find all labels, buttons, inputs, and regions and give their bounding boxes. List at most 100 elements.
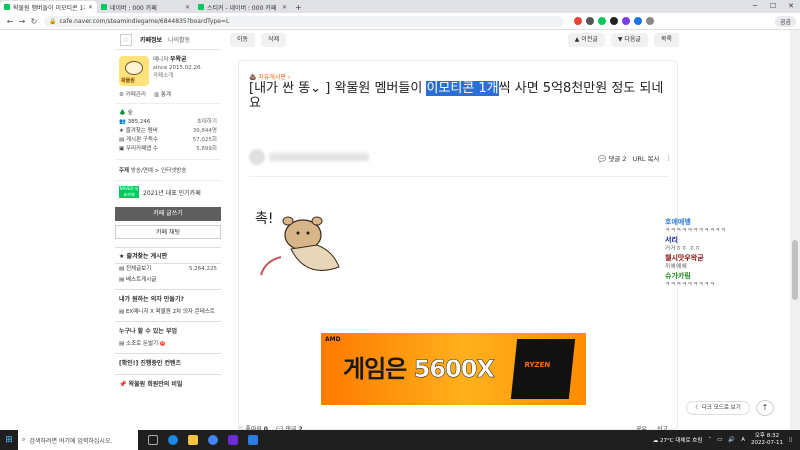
- edge-icon[interactable]: [168, 435, 178, 445]
- url-input[interactable]: 🔒 cafe.naver.com/steamindiegame/6844835?…: [44, 15, 564, 27]
- sidebar-item-all-posts[interactable]: ▤ 전체글보기 5,264,225: [115, 264, 221, 275]
- stat-row: ▤ 게시판 구독수 57,025회: [119, 137, 217, 143]
- cafe-admin-label: 카페관리: [125, 92, 146, 98]
- chat-overlay: 호에에뱅 ㅋㅋㅋㅋㅋㅋㅋㅋㅋㅋㅋ 서리 거거ㅎㅎ ㅎㅎ 챌시맛우왁굳 끼에에에 …: [665, 218, 795, 290]
- hamster-sticker-image: 촉!: [255, 211, 340, 276]
- sidebar-item-best[interactable]: ▤ 베스트게시글: [115, 275, 221, 286]
- title-highlight: 이모티콘 1개: [426, 81, 499, 96]
- scrollbar[interactable]: [790, 30, 800, 430]
- browser-tabbar: 왁물원 멤버들이 이모티콘 1개씩 ✕ 네이버 : 000 카페 ✕ 스티커 -…: [0, 0, 800, 13]
- extension-icon[interactable]: [586, 17, 594, 25]
- weather-icon[interactable]: ☁ 27°C 대체로 흐림: [653, 436, 703, 444]
- minimize-icon[interactable]: ─: [746, 0, 764, 13]
- new-tab-button[interactable]: +: [291, 3, 306, 13]
- browser-tab-active[interactable]: 왁물원 멤버들이 이모티콘 1개씩 ✕: [0, 1, 97, 13]
- system-tray: ☁ 27°C 대체로 흐림 ˄ ▭ 🔊 A 오후 8:32 2022-07-11…: [653, 433, 800, 447]
- level-row: 🌲 숲: [119, 110, 133, 116]
- sidebar-item-sozo[interactable]: ▤ 소조로 돈벌기 N: [115, 339, 221, 350]
- award-text[interactable]: 2021년 대표 인기카페: [143, 188, 201, 197]
- member-count[interactable]: 👥 385,246: [119, 118, 150, 127]
- invite-link[interactable]: 초대하기: [197, 118, 217, 127]
- reload-icon[interactable]: ↻: [28, 17, 40, 26]
- clock[interactable]: 오후 8:32 2022-07-11: [751, 433, 783, 447]
- close-icon[interactable]: ✕: [88, 4, 93, 11]
- article-title: [내가 싼 똥⌄ ] 왁물원 멤버들이 이모티콘 1개씩 사면 5억8천만원 정…: [249, 81, 674, 111]
- divider: [249, 176, 669, 177]
- sidebar-item-chair-contest[interactable]: ▤ EX매니저 X 왁물원 2차 의자 콘테스트: [115, 307, 221, 318]
- new-badge: N: [160, 341, 166, 346]
- amd-ad-banner[interactable]: AMD 게임은 5600X RYZEN: [321, 333, 586, 405]
- close-icon[interactable]: ✕: [282, 4, 287, 11]
- tray-up-icon[interactable]: ˄: [708, 437, 711, 443]
- forward-icon[interactable]: →: [16, 17, 28, 26]
- cafe-sidebar: ☆ 카페정보 나의활동 왁물원 매니저 우왁굳 since 2015.02.26…: [115, 30, 221, 430]
- manager-label: 매니저: [153, 57, 169, 63]
- list-button[interactable]: 목록: [653, 33, 679, 47]
- weather-text: 27°C 대체로 흐림: [660, 438, 703, 444]
- naver-cafe-icon: [4, 4, 10, 10]
- back-icon[interactable]: ←: [4, 17, 16, 26]
- profile-button[interactable]: 곰곰: [774, 15, 796, 27]
- dark-mode-button[interactable]: ☾ 다크 모드로 보기: [686, 401, 750, 415]
- cafe-admin-link[interactable]: ⚙ 카페관리: [119, 90, 146, 98]
- topic-value[interactable]: 방송/연예 > 인터넷방송: [131, 168, 187, 174]
- tab-cafe-info[interactable]: 카페정보: [140, 35, 162, 44]
- url-copy-button[interactable]: URL 복사: [633, 153, 660, 163]
- scrollbar-thumb[interactable]: [792, 240, 798, 300]
- delete-button[interactable]: 삭제: [261, 33, 287, 47]
- network-icon[interactable]: ▭: [717, 437, 722, 443]
- chat-message: 끼에에에: [665, 264, 688, 270]
- cafe-profile: 왁물원 매니저 우왁굳 since 2015.02.26. 카페소개: [115, 50, 221, 90]
- star-icon[interactable]: ☆: [120, 33, 132, 46]
- cafe-chat-button[interactable]: 카페 채팅: [115, 225, 221, 239]
- browser-tab[interactable]: 네이버 : 000 카페 ✕: [97, 1, 194, 13]
- task-view-icon[interactable]: [148, 435, 158, 445]
- maximize-icon[interactable]: ☐: [764, 0, 782, 13]
- naver-cafe-icon: [101, 4, 107, 10]
- chrome-icon[interactable]: [208, 435, 218, 445]
- puzzle-icon[interactable]: [646, 17, 654, 25]
- cafe-intro-link[interactable]: 카페소개: [153, 72, 202, 80]
- next-post-label: 다음글: [624, 36, 641, 43]
- address-bar: ← → ↻ 🔒 cafe.naver.com/steamindiegame/68…: [0, 13, 800, 30]
- more-icon[interactable]: ⋮: [666, 154, 673, 162]
- visual-studio-icon[interactable]: [228, 435, 238, 445]
- menu-group-sidejob: 누구나 할 수 있는 부업: [115, 321, 221, 339]
- prev-post-button[interactable]: ▲ 이전글: [567, 33, 605, 47]
- windows-start-icon[interactable]: ⊞: [0, 435, 18, 445]
- extension-icon[interactable]: [634, 17, 642, 25]
- close-window-icon[interactable]: ✕: [782, 0, 800, 13]
- language-indicator[interactable]: A: [741, 437, 745, 443]
- browser-tab[interactable]: 스티커 - 네이버 : 000 카페 ✕: [194, 1, 291, 13]
- cafe-stats: 🌲 숲 👥 385,246 초대하기 ★ 즐겨찾는 멤버 39,844명 ▤ 게시…: [115, 104, 221, 160]
- notification-icon[interactable]: ▯: [789, 437, 792, 443]
- move-button[interactable]: 이동: [230, 33, 256, 47]
- extensions: [574, 17, 654, 25]
- close-icon[interactable]: ✕: [185, 4, 190, 11]
- article-card: 💩 자유게시판 › [내가 싼 똥⌄ ] 왁물원 멤버들이 이모티콘 1개씩 사…: [238, 60, 678, 445]
- manager-name[interactable]: 우왁굳: [170, 56, 187, 63]
- menu-group-secret: 📌 왁물원 회원만의 비밀: [115, 374, 221, 392]
- board-link[interactable]: 💩 자유게시판 ›: [249, 72, 290, 81]
- window-controls: ─ ☐ ✕: [746, 0, 800, 13]
- stats-link[interactable]: ▥ 통계: [154, 90, 171, 98]
- volume-icon[interactable]: 🔊: [728, 437, 735, 443]
- app-icon[interactable]: [248, 435, 258, 445]
- extension-icon[interactable]: [622, 17, 630, 25]
- next-post-button[interactable]: ▼ 다음글: [610, 33, 648, 47]
- extension-icon[interactable]: [598, 17, 606, 25]
- taskbar-apps: [148, 435, 258, 445]
- folder-icon[interactable]: [188, 435, 198, 445]
- comment-count[interactable]: 💬 댓글 2: [598, 153, 626, 163]
- extension-icon[interactable]: [610, 17, 618, 25]
- naver-cafe-icon: [198, 4, 204, 10]
- scroll-top-button[interactable]: ↑: [756, 400, 774, 416]
- tab-my-activity[interactable]: 나의활동: [168, 35, 190, 44]
- cafe-thumbnail[interactable]: 왁물원: [119, 56, 149, 86]
- extension-icon[interactable]: [574, 17, 582, 25]
- menu-group-chair: 내가 원하는 의자 만들기?: [115, 289, 221, 307]
- cafe-write-button[interactable]: 카페 글쓰기: [115, 207, 221, 221]
- taskbar-search-input[interactable]: ⌕ 검색하려면 여기에 입력하십시오.: [18, 430, 138, 450]
- naver-award-badge: NAVER 대표카페: [119, 186, 139, 198]
- avatar[interactable]: [249, 149, 265, 165]
